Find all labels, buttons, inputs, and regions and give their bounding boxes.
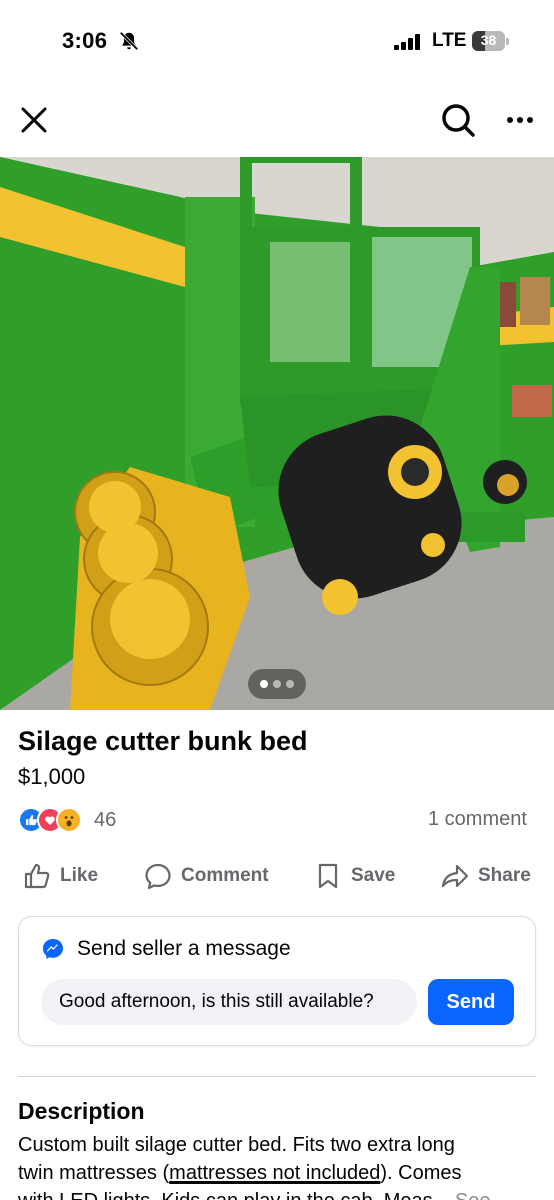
description-underlined-segment: mattresses not included [169, 1162, 381, 1184]
description-line: with LED lights. Kids can play in the ca… [18, 1187, 538, 1200]
bell-slash-icon [119, 31, 139, 51]
listing-photo[interactable] [0, 157, 554, 710]
more-icon[interactable] [500, 104, 540, 136]
carousel-dot[interactable] [260, 680, 268, 688]
reaction-count: 46 [94, 809, 117, 831]
message-input[interactable] [41, 979, 417, 1025]
battery-level: 38 [480, 32, 497, 48]
top-nav [0, 90, 554, 152]
battery-indicator: 38 [472, 31, 509, 51]
message-card-header: Send seller a message [41, 937, 291, 961]
listing-price: $1,000 [18, 764, 86, 789]
listing-title: Silage cutter bunk bed [18, 726, 308, 756]
comment-icon [145, 863, 171, 890]
status-bar: 3:06 LTE 38 [0, 0, 554, 84]
carousel-dot[interactable] [286, 680, 294, 688]
like-label: Like [60, 865, 99, 886]
share-icon [441, 864, 469, 888]
close-icon[interactable] [16, 102, 52, 138]
bunk-bed-image [0, 157, 554, 710]
messenger-icon [43, 939, 63, 959]
wow-reaction-icon [56, 807, 82, 833]
reaction-summary[interactable]: 46 [18, 805, 128, 835]
search-icon[interactable] [438, 100, 478, 140]
save-icon [318, 863, 338, 889]
save-label: Save [351, 865, 396, 886]
like-button[interactable]: Like [22, 858, 98, 894]
carousel-dot[interactable] [273, 680, 281, 688]
send-message-card: Send seller a message Send [18, 916, 536, 1046]
save-button[interactable]: Save [313, 858, 395, 894]
divider [18, 1076, 536, 1077]
signal-icon [394, 34, 420, 50]
network-label: LTE [432, 30, 467, 51]
action-bar: Like Comment Save Share [0, 852, 554, 902]
description-text: Custom built silage cutter bed. Fits two… [18, 1131, 538, 1200]
comment-button[interactable]: Comment [143, 858, 269, 894]
like-icon [24, 863, 50, 889]
description-line: twin mattresses (mattresses not included… [18, 1159, 538, 1187]
see-more-link[interactable]: See [455, 1190, 491, 1200]
comment-count-link[interactable]: 1 comment [428, 808, 527, 831]
comment-label: Comment [181, 865, 269, 886]
send-button[interactable]: Send [428, 979, 514, 1025]
carousel-indicator[interactable] [248, 669, 306, 699]
description-segment: ). Comes [380, 1162, 462, 1184]
description-line: Custom built silage cutter bed. Fits two… [18, 1134, 455, 1156]
share-label: Share [478, 865, 531, 886]
description-segment: with LED lights. Kids can play in the ca… [18, 1190, 449, 1200]
description-segment: twin mattresses ( [18, 1162, 170, 1184]
description-heading: Description [18, 1098, 145, 1124]
status-time: 3:06 [62, 28, 108, 53]
message-card-title: Send seller a message [77, 937, 291, 960]
share-button[interactable]: Share [440, 858, 531, 894]
